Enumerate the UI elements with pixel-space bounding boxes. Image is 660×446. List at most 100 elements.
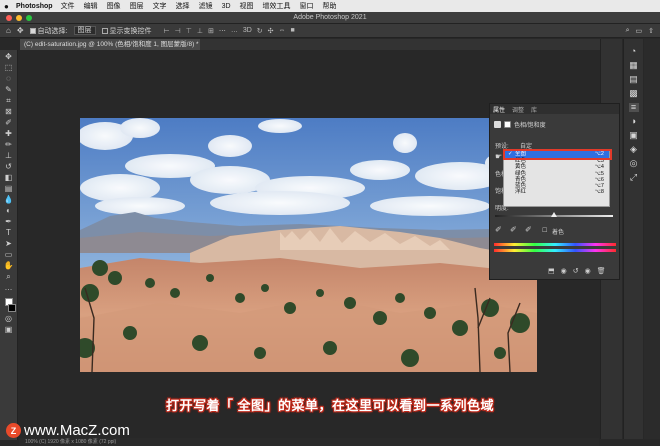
lightness-slider-thumb[interactable] [551, 212, 557, 217]
watermark-text: www.MacZ.com [24, 422, 130, 439]
layers-panel-icon[interactable]: ◈ [629, 145, 639, 154]
menu-image[interactable]: 图像 [107, 1, 121, 11]
options-bar: ⌂ ✥ 自动选择: 图层 显示变换控件 ⊢ ⊣ ⊤ ⊥ ⊞ ⋯ … 3D ↻ ✣… [0, 24, 660, 38]
transform-controls-checkbox[interactable]: 显示变换控件 [101, 26, 152, 36]
properties-tabs: 属性 调整 库 [490, 104, 619, 114]
distribute-icon[interactable]: … [231, 27, 238, 35]
adjustments-panel-icon[interactable]: ◑ [629, 117, 639, 126]
paths-panel-icon[interactable]: ⤢ [629, 173, 639, 182]
menu-filter[interactable]: 滤镜 [199, 1, 213, 11]
menu-type[interactable]: 文字 [153, 1, 167, 11]
delete-icon[interactable]: 🗑 [597, 267, 606, 275]
crop-tool[interactable]: ⌗ [3, 97, 15, 105]
swatches-panel-icon[interactable]: ▦ [629, 61, 639, 70]
gradient-tool[interactable]: ▤ [3, 185, 15, 193]
menu-view[interactable]: 视图 [240, 1, 254, 11]
workspace-icon[interactable]: ▭ [636, 27, 643, 35]
frame-tool[interactable]: ⊠ [3, 108, 15, 116]
search-icon[interactable]: ⌕ [626, 27, 630, 35]
menu-select[interactable]: 选择 [176, 1, 190, 11]
status-bar: 100% (C) 1920 像素 x 1080 像素 (72 ppi) [19, 438, 599, 446]
color-panel-icon[interactable]: ◔ [629, 47, 639, 56]
hand-adjust-icon[interactable]: ☛ [495, 152, 502, 161]
document-tab[interactable]: (C) edit-saturation.jpg @ 100% (色相/饱和度 1… [20, 39, 200, 50]
marquee-tool[interactable]: ⬚ [3, 64, 15, 72]
auto-select-checkbox[interactable]: 自动选择: [29, 26, 68, 36]
patterns-panel-icon[interactable]: ▩ [629, 89, 639, 98]
share-icon[interactable]: ⇧ [648, 27, 654, 35]
menu-window[interactable]: 窗口 [300, 1, 314, 11]
align-top-icon[interactable]: ⊥ [197, 27, 203, 35]
properties-panel-icon[interactable]: ≡ [628, 103, 639, 112]
mask-icon[interactable] [504, 120, 511, 128]
visibility-icon[interactable]: ◉ [585, 267, 591, 275]
hand-tool[interactable]: ✋ [3, 262, 15, 270]
menu-edit[interactable]: 编辑 [84, 1, 98, 11]
quick-mask-icon[interactable]: ◎ [3, 315, 15, 323]
canyon-photo-image [80, 118, 537, 372]
rotate-3d-icon[interactable]: ↻ [257, 27, 263, 35]
pen-tool[interactable]: ✒ [3, 218, 15, 226]
eyedropper-icon[interactable]: ✐ [495, 225, 502, 234]
quick-select-tool[interactable]: ✎ [3, 86, 15, 94]
eyedropper-minus-icon[interactable]: ✐ [525, 225, 532, 234]
more-tools[interactable]: … [3, 284, 15, 292]
menu-item-master[interactable]: ✓ 全图 ⌥2 [504, 151, 609, 158]
menu-item-label: 洋红 [515, 189, 527, 196]
menu-help[interactable]: 帮助 [323, 1, 337, 11]
panel-icons: ◔ ▦ ▤ ▩ ≡ ◑ ▣ ◈ ◎ ⤢ [623, 39, 643, 439]
pan-3d-icon[interactable]: ✣ [268, 27, 274, 35]
menu-plugins[interactable]: 增效工具 [263, 1, 291, 11]
path-select-tool[interactable]: ➤ [3, 240, 15, 248]
channels-panel-icon[interactable]: ◎ [629, 159, 639, 168]
auto-select-dropdown[interactable]: 图层 [73, 26, 96, 35]
preset-label: 预设: [495, 144, 509, 150]
colorize-checkbox[interactable]: ☐ [542, 227, 547, 234]
properties-header: 色相/饱和度 [490, 118, 619, 130]
move-tool-icon[interactable]: ✥ [17, 26, 24, 35]
menu-item-label: 黄色 [515, 164, 527, 171]
apple-icon[interactable]: ● [4, 2, 16, 11]
menu-item-magentas[interactable]: 洋红 ⌥8 [504, 189, 609, 195]
zoom-tool[interactable]: ⌕ [3, 273, 15, 281]
align-right-icon[interactable]: ⊤ [186, 27, 192, 35]
eyedropper-tool[interactable]: ✐ [3, 119, 15, 127]
video-icon[interactable]: ■ [291, 27, 295, 35]
shape-tool[interactable]: ▭ [3, 251, 15, 259]
view-previous-icon[interactable]: ◉ [561, 267, 567, 275]
adjustment-layer-icon [494, 120, 501, 128]
history-brush-tool[interactable]: ↺ [3, 163, 15, 171]
type-tool[interactable]: T [3, 229, 15, 237]
stamp-tool[interactable]: ⊥ [3, 152, 15, 160]
background-color-swatch[interactable] [7, 304, 16, 312]
brush-tool[interactable]: ✏ [3, 141, 15, 149]
menu-layer[interactable]: 图层 [130, 1, 144, 11]
menu-3d[interactable]: 3D [222, 3, 231, 10]
eyedropper-plus-icon[interactable]: ✐ [510, 225, 517, 234]
menu-file[interactable]: 文件 [61, 1, 75, 11]
lasso-tool[interactable]: ◌ [3, 75, 15, 83]
menu-app-name[interactable]: Photoshop [16, 3, 53, 10]
window-title: Adobe Photoshop 2021 [293, 14, 367, 21]
reset-icon[interactable]: ↺ [573, 267, 579, 275]
libraries-panel-icon[interactable]: ▣ [629, 131, 639, 140]
slide-3d-icon[interactable]: ⇔ [279, 27, 286, 35]
align-middle-icon[interactable]: ⊞ [208, 27, 214, 35]
gradients-panel-icon[interactable]: ▤ [629, 75, 639, 84]
move-tool[interactable]: ✥ [3, 53, 15, 61]
clip-layer-icon[interactable]: ⬒ [548, 267, 555, 275]
healing-tool[interactable]: ✚ [3, 130, 15, 138]
align-bottom-icon[interactable]: ⋯ [219, 27, 226, 35]
screen-mode-icon[interactable]: ▣ [3, 326, 15, 334]
home-icon[interactable]: ⌂ [6, 26, 11, 35]
mac-menubar: ● Photoshop 文件 编辑 图像 图层 文字 选择 滤镜 3D 视图 增… [0, 0, 660, 12]
align-center-icon[interactable]: ⊣ [175, 27, 181, 35]
mode-3d-icon[interactable]: 3D [243, 27, 252, 35]
eraser-tool[interactable]: ◧ [3, 174, 15, 182]
tab-adjustments[interactable]: 调整 [512, 105, 524, 114]
tab-libraries[interactable]: 库 [531, 105, 537, 114]
dodge-tool[interactable]: ◐ [3, 207, 15, 215]
blur-tool[interactable]: 💧 [3, 196, 15, 204]
align-left-icon[interactable]: ⊢ [164, 27, 170, 35]
tab-properties[interactable]: 属性 [493, 105, 505, 114]
